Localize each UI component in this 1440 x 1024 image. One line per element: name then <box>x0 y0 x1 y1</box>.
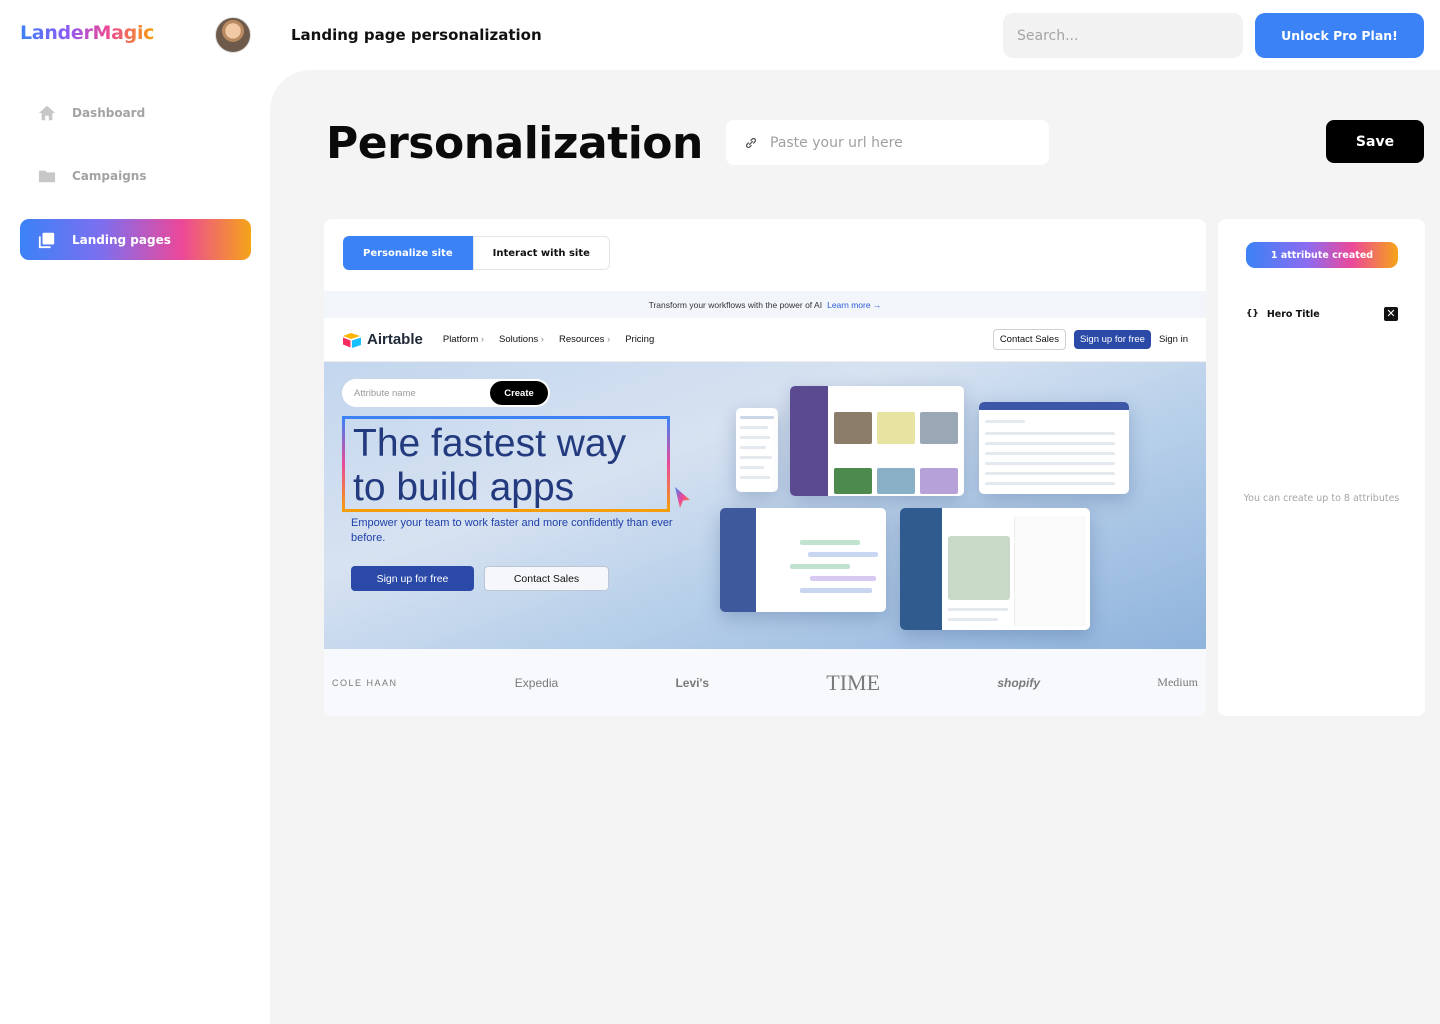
site-menu-pricing[interactable]: Pricing <box>625 334 654 345</box>
site-brand[interactable]: Airtable <box>342 331 423 348</box>
sidebar-item-label: Dashboard <box>72 105 146 120</box>
logo-time: TIME <box>826 669 881 695</box>
banner-link[interactable]: Learn more → <box>827 300 881 310</box>
top-bar: LanderMagic Landing page personalization… <box>0 0 1440 70</box>
app-logo[interactable]: LanderMagic <box>20 22 154 44</box>
hero-signup-button[interactable]: Sign up for free <box>351 566 474 591</box>
attributes-panel: 1 attribute created {} Hero Title ✕ You … <box>1218 219 1425 716</box>
home-icon <box>38 105 56 120</box>
sidebar-item-landing-pages[interactable]: Landing pages <box>20 219 251 260</box>
attribute-count-badge: 1 attribute created <box>1246 242 1398 268</box>
app-mockup <box>720 508 886 612</box>
site-nav-actions: Contact Sales Sign up for free Sign in <box>992 329 1188 350</box>
delete-attribute-icon[interactable]: ✕ <box>1384 307 1398 321</box>
attribute-limit-note: You can create up to 8 attributes <box>1243 493 1400 504</box>
hero-subtitle: Empower your team to work faster and mor… <box>351 517 673 544</box>
logo-levis: Levi's <box>675 675 709 690</box>
site-preview-panel: Personalize site Interact with site Tran… <box>324 219 1206 716</box>
site-menu: Platform Solutions Resources Pricing <box>443 334 654 345</box>
attribute-name-field[interactable]: Create <box>342 379 550 407</box>
page-title: Personalization <box>326 118 703 169</box>
app-mockup <box>979 402 1129 494</box>
site-menu-solutions[interactable]: Solutions <box>499 334 544 345</box>
app-mockup <box>736 408 778 492</box>
banner-text: Transform your workflows with the power … <box>648 299 823 310</box>
logo-cole-haan: COLE HAAN <box>332 677 398 688</box>
tab-personalize-site[interactable]: Personalize site <box>343 236 473 270</box>
attribute-name-input[interactable] <box>354 387 484 399</box>
site-brand-name: Airtable <box>367 331 423 348</box>
cursor-icon <box>675 487 690 508</box>
site-banner: Transform your workflows with the power … <box>324 291 1206 318</box>
site-menu-resources[interactable]: Resources <box>559 334 610 345</box>
tab-interact-with-site[interactable]: Interact with site <box>472 236 610 270</box>
pages-icon <box>38 232 55 248</box>
sidebar-item-dashboard[interactable]: Dashboard <box>20 92 251 133</box>
site-menu-platform[interactable]: Platform <box>443 334 484 345</box>
site-hero: Create The fastest way to build apps Emp… <box>324 362 1206 649</box>
sidebar-item-label: Campaigns <box>72 168 147 183</box>
airtable-logo-icon <box>343 332 361 348</box>
attribute-item[interactable]: {} Hero Title ✕ <box>1246 307 1398 321</box>
site-contact-button[interactable]: Contact Sales <box>992 329 1066 350</box>
sidebar-item-campaigns[interactable]: Campaigns <box>20 155 251 196</box>
save-button[interactable]: Save <box>1326 120 1424 163</box>
hero-title-selection[interactable]: The fastest way to build apps <box>342 416 670 512</box>
hero-contact-button[interactable]: Contact Sales <box>484 566 609 591</box>
app-mockup <box>900 508 1090 630</box>
sidebar-item-label: Landing pages <box>72 232 171 247</box>
attribute-label: Hero Title <box>1266 308 1320 320</box>
link-icon <box>745 137 757 148</box>
logo-shopify: shopify <box>997 675 1040 690</box>
unlock-pro-button[interactable]: Unlock Pro Plan! <box>1255 13 1424 58</box>
site-signin-link[interactable]: Sign in <box>1159 334 1188 345</box>
page-heading: Landing page personalization <box>291 26 542 44</box>
url-field[interactable] <box>726 120 1049 165</box>
website-preview[interactable]: Transform your workflows with the power … <box>324 291 1206 716</box>
folder-icon <box>38 170 56 182</box>
logo-expedia: Expedia <box>514 675 559 690</box>
main-content: Personalization Save Personalize site In… <box>270 70 1440 1024</box>
create-attribute-button[interactable]: Create <box>490 381 548 405</box>
app-mockup <box>790 386 964 496</box>
code-braces-icon: {} <box>1246 309 1259 319</box>
preview-tabs: Personalize site Interact with site <box>343 236 610 270</box>
customer-logos: COLE HAAN Expedia Levi's TIME shopify Me… <box>324 649 1206 716</box>
logo-medium: Medium <box>1157 675 1198 689</box>
search-input[interactable] <box>1003 13 1243 58</box>
site-nav: Airtable Platform Solutions Resources Pr… <box>324 318 1206 362</box>
sidebar: Dashboard Campaigns Landing pages <box>0 70 270 1024</box>
avatar[interactable] <box>215 17 251 53</box>
url-input[interactable] <box>770 134 1020 151</box>
site-signup-button[interactable]: Sign up for free <box>1073 330 1151 349</box>
